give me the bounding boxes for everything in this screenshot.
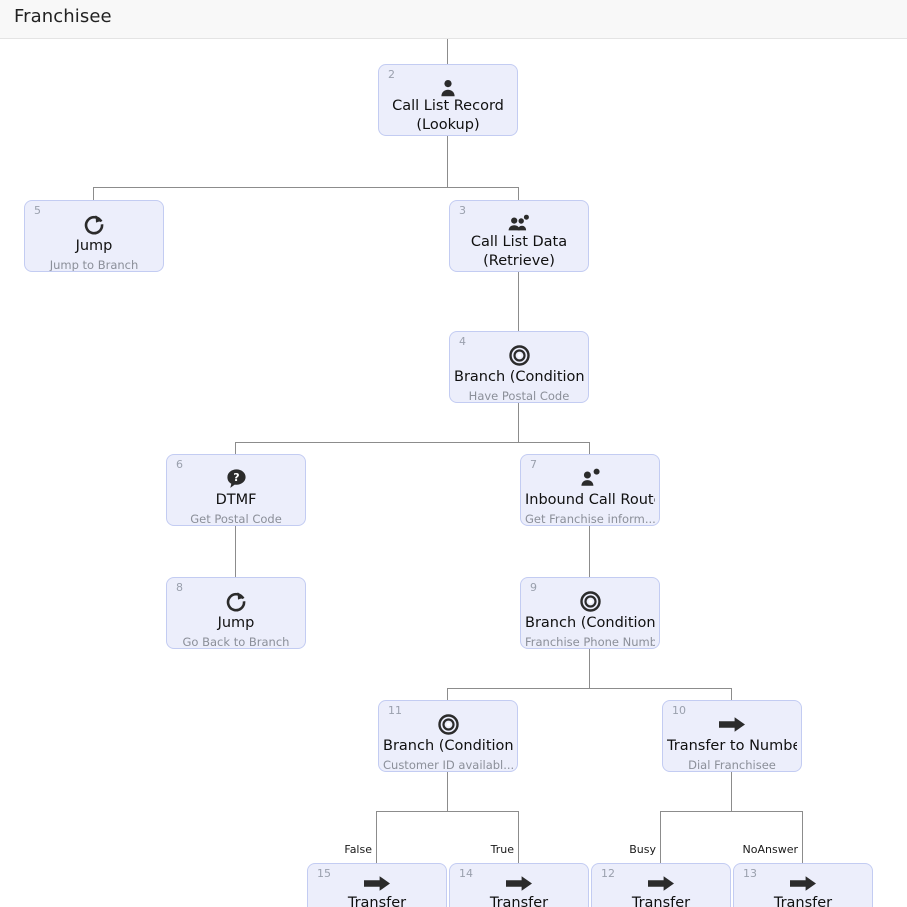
node-title: Transfer — [489, 895, 549, 907]
target-icon — [521, 590, 659, 612]
flow-node-inbound-call-router[interactable]: 7 Inbound Call Router Get Franchise info… — [520, 454, 660, 526]
node-subtitle: Franchise Phone Numb... — [525, 635, 655, 649]
flow-node-dtmf-get-postal-code[interactable]: 6 ? DTMF Get Postal Code — [166, 454, 306, 526]
node-title: Call List Data (Retrieve) — [454, 233, 584, 271]
connector-bus-node-10 — [660, 811, 803, 812]
contacts-icon — [450, 213, 588, 235]
node-title-line1: Call List Record — [392, 98, 504, 114]
connector-node-4-out — [518, 403, 519, 442]
node-title: DTMF — [215, 492, 257, 508]
connector-to-node-12 — [660, 811, 661, 863]
connector-node-10-out — [731, 772, 732, 811]
connector-to-node-11 — [447, 688, 448, 700]
svg-text:?: ? — [233, 471, 239, 484]
flow-node-branch-franchise-phone-number[interactable]: 9 Branch (Condition) Franchise Phone Num… — [520, 577, 660, 649]
flow-node-jump-to-branch[interactable]: 5 Jump Jump to Branch — [24, 200, 164, 272]
connector-bus-node-9 — [447, 688, 732, 689]
node-subtitle: Go Back to Branch — [182, 635, 290, 649]
flow-node-transfer-repeat-queue[interactable]: 14 Transfer Repeat Queue — [449, 863, 589, 907]
node-title-line2: (Lookup) — [416, 117, 480, 133]
node-title: Branch (Condition) — [454, 369, 584, 385]
connector-bus-node-4 — [235, 442, 589, 443]
connector-to-node-15 — [376, 811, 377, 863]
node-subtitle: Have Postal Code — [468, 389, 570, 403]
jump-arrow-icon — [167, 590, 305, 612]
node-subtitle: Get Franchise inform... — [525, 512, 655, 526]
connector-bus-node-2 — [93, 187, 518, 188]
transfer-arrow-icon — [734, 872, 872, 894]
flow-node-branch-customer-id-available[interactable]: 11 Branch (Condition) Customer ID availa… — [378, 700, 518, 772]
connector-node-11-out — [447, 772, 448, 811]
node-title: Jump — [217, 615, 255, 631]
transfer-arrow-icon — [663, 713, 801, 735]
connector-node-2-out — [447, 136, 448, 187]
flow-node-transfer-franchise-queue-busy[interactable]: 12 Transfer Franchise Queue — [591, 863, 731, 907]
app-header: Franchisee — [0, 0, 907, 39]
connector-to-node-14 — [518, 811, 519, 863]
node-title: Transfer — [347, 895, 407, 907]
connector-node-3-to-node-4 — [518, 272, 519, 331]
connector-node-9-out — [589, 649, 590, 688]
flow-node-branch-have-postal-code[interactable]: 4 Branch (Condition) Have Postal Code — [449, 331, 589, 403]
connector-to-node-6 — [235, 442, 236, 454]
node-subtitle: Customer ID availabl... — [383, 758, 513, 772]
node-title: Branch (Condition) — [383, 738, 513, 754]
question-bubble-icon: ? — [167, 467, 305, 489]
target-icon — [450, 344, 588, 366]
transfer-arrow-icon — [308, 872, 446, 894]
jump-arrow-icon — [25, 213, 163, 235]
node-subtitle: Get Postal Code — [190, 512, 282, 526]
node-title: Inbound Call Router — [525, 492, 655, 508]
connector-to-node-10 — [731, 688, 732, 700]
flow-node-transfer-to-number[interactable]: 10 Transfer to Number Dial Franchisee — [662, 700, 802, 772]
flow-node-call-list-record[interactable]: 2 Call List Record (Lookup) — [378, 64, 518, 136]
node-title-line1: Call List Data — [470, 234, 568, 250]
page-title: Franchisee — [14, 6, 112, 27]
person-icon — [379, 77, 517, 99]
edge-label-noanswer-node-13: NoAnswer — [742, 843, 798, 856]
connector-into-node-2 — [447, 39, 448, 64]
transfer-arrow-icon — [450, 872, 588, 894]
transfer-arrow-icon — [592, 872, 730, 894]
edge-label-false-node-15: False — [344, 843, 372, 856]
node-title: Jump — [75, 238, 113, 254]
node-title: Transfer — [773, 895, 833, 907]
node-subtitle: Dial Franchisee — [688, 758, 776, 772]
flow-editor-canvas: Franchisee False True Busy NoAnswer 2 Ca… — [0, 0, 907, 907]
connector-bus-node-11 — [376, 811, 519, 812]
flow-node-transfer-new-customer-queue[interactable]: 15 Transfer New Customer Queue — [307, 863, 447, 907]
node-title: Transfer — [631, 895, 691, 907]
call-router-icon — [521, 467, 659, 489]
edge-label-true-node-14: True — [490, 843, 514, 856]
connector-to-node-5 — [93, 187, 94, 200]
edge-label-busy-node-12: Busy — [629, 843, 656, 856]
node-title: Transfer to Number — [667, 738, 797, 754]
flow-node-call-list-data[interactable]: 3 Call List Data (Retrieve) — [449, 200, 589, 272]
node-subtitle: Jump to Branch — [49, 258, 139, 272]
target-icon — [379, 713, 517, 735]
connector-node-7-to-node-9 — [589, 526, 590, 577]
node-title: Call List Record (Lookup) — [383, 97, 513, 135]
connector-to-node-7 — [589, 442, 590, 454]
connector-to-node-3 — [518, 187, 519, 200]
node-title: Branch (Condition) — [525, 615, 655, 631]
flow-node-transfer-franchise-queue-noanswer[interactable]: 13 Transfer Franchise Queue — [733, 863, 873, 907]
connector-node-6-to-node-8 — [235, 526, 236, 577]
connector-to-node-13 — [802, 811, 803, 863]
flow-node-jump-go-back-to-branch[interactable]: 8 Jump Go Back to Branch — [166, 577, 306, 649]
flowchart: Next Failure Success Success False True … — [0, 39, 907, 907]
node-title-line2: (Retrieve) — [483, 253, 555, 269]
